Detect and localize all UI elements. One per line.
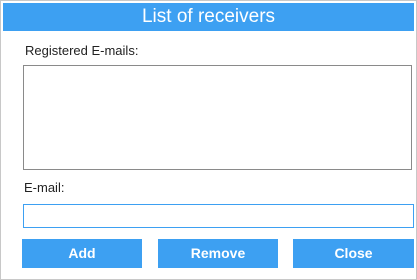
email-label: E-mail: [24, 180, 65, 195]
add-button[interactable]: Add [22, 239, 142, 268]
registered-emails-label: Registered E-mails: [25, 43, 139, 58]
email-input[interactable] [23, 204, 414, 228]
dialog-title: List of receivers [3, 3, 414, 31]
receivers-dialog: List of receivers Registered E-mails: E-… [0, 0, 417, 280]
remove-button[interactable]: Remove [158, 239, 278, 268]
registered-emails-list[interactable] [23, 65, 412, 170]
close-button[interactable]: Close [293, 239, 414, 268]
